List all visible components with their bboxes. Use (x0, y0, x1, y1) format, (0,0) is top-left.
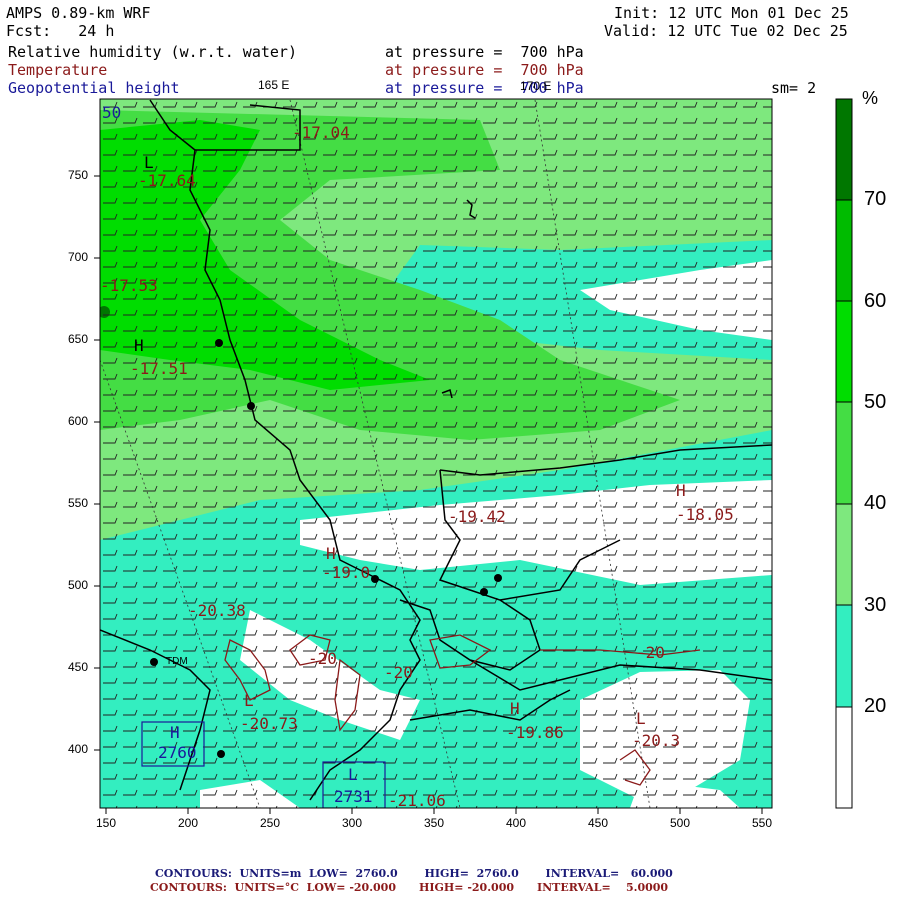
temp-annotation: -19.0 (322, 563, 371, 582)
temp-annotation: -20 (384, 663, 413, 682)
height-center: L (348, 765, 358, 784)
temp-annotation: -17.04 (292, 123, 350, 142)
y-tick: 750 (68, 168, 89, 182)
height-annotation: 2760 (158, 743, 197, 762)
x-tick: 450 (588, 816, 609, 830)
y-tick: 700 (68, 250, 89, 264)
temp-annotation: -20.38 (188, 601, 246, 620)
meridian-label: 170 E (520, 79, 552, 93)
x-tick: 500 (670, 816, 691, 830)
temp-annotation: -17.53 (100, 276, 158, 295)
pressure-center: H (510, 699, 520, 718)
pressure-center: L (636, 709, 646, 728)
pressure-center: L (244, 691, 254, 710)
x-tick: 300 (342, 816, 363, 830)
pressure-center: L (144, 153, 154, 172)
x-tick: 350 (424, 816, 445, 830)
y-tick: 450 (68, 660, 89, 674)
colorbar-label: 70 (864, 188, 887, 210)
height-annotation: 2731 (334, 787, 373, 806)
temp-annotation: -20.73 (240, 714, 298, 733)
temp-annotation: -17.64 (138, 171, 196, 190)
colorbar-unit: % (862, 88, 879, 108)
rh-shading (100, 99, 772, 808)
y-tick: 550 (68, 496, 89, 510)
contour-info-height: CONTOURS: UNITS=m LOW= 2760.0 HIGH= 2760… (155, 867, 673, 880)
weather-map (94, 98, 853, 814)
colorbar-label: 30 (864, 594, 887, 616)
meridian-label: 165 E (258, 78, 290, 92)
height-annotation: 50 (102, 103, 122, 122)
colorbar-label: 60 (864, 290, 887, 312)
x-tick: 150 (96, 816, 117, 830)
x-tick: 400 (506, 816, 527, 830)
y-tick: 500 (68, 578, 89, 592)
temp-annotation: -18.05 (676, 505, 734, 524)
contour-info-temp: CONTOURS: UNITS=°C LOW= -20.000 HIGH= -2… (150, 881, 669, 894)
station-label: TDM (166, 656, 188, 667)
colorbar-label: 50 (864, 391, 887, 413)
pressure-center: H (134, 336, 144, 355)
pressure-center: H (326, 544, 336, 563)
x-tick: 250 (260, 816, 281, 830)
temp-annotation: -19.42 (448, 507, 506, 526)
x-tick: 550 (752, 816, 773, 830)
colorbar-label: 20 (864, 695, 887, 717)
pressure-center: H (676, 481, 686, 500)
y-tick: 400 (68, 742, 89, 756)
x-tick: 200 (178, 816, 199, 830)
temp-annotation: -20 (636, 643, 665, 662)
y-tick: 650 (68, 332, 89, 346)
height-center: H (170, 723, 180, 742)
colorbar-label: 40 (864, 492, 887, 514)
temp-annotation: -19.86 (506, 723, 564, 742)
temp-annotation: -17.51 (130, 359, 188, 378)
temp-annotation: -21.06 (388, 791, 446, 810)
temp-annotation: -20.3 (632, 731, 681, 750)
colorbar (835, 98, 853, 809)
y-tick: 600 (68, 414, 89, 428)
temp-annotation: -20 (308, 649, 337, 668)
